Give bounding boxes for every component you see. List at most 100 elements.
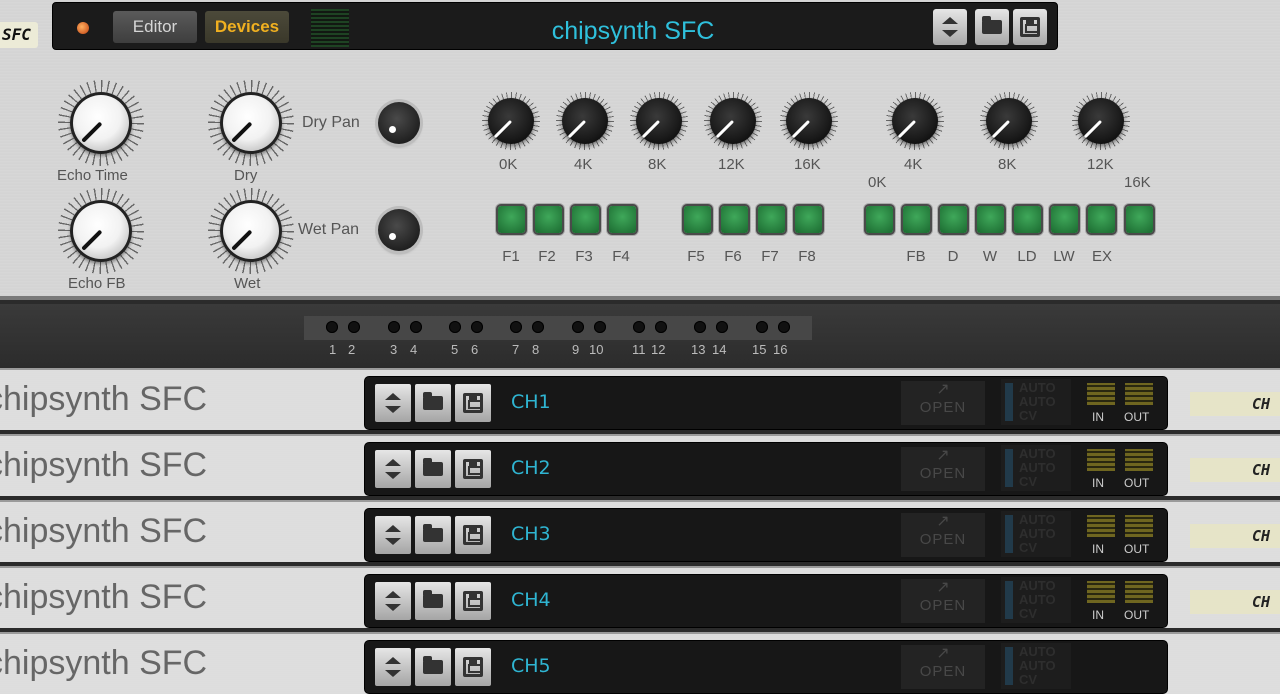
row-open-patch-button[interactable] — [415, 384, 451, 422]
row-browse-button[interactable] — [375, 582, 411, 620]
wet-knob[interactable] — [208, 188, 294, 274]
echo-time-knob[interactable] — [58, 80, 144, 166]
save-patch-button[interactable] — [1013, 9, 1047, 45]
save-icon — [463, 459, 483, 479]
row-browse-button[interactable] — [375, 384, 411, 422]
row-save-patch-button[interactable] — [455, 582, 491, 620]
channel-led — [655, 321, 667, 333]
row-in-meter — [1087, 383, 1115, 405]
toggle-w[interactable] — [977, 206, 1004, 233]
toggle-f6[interactable] — [721, 206, 748, 233]
toggle-f8[interactable] — [795, 206, 822, 233]
toggle-d[interactable] — [940, 206, 967, 233]
patch-browse-button[interactable] — [933, 9, 967, 45]
led-number: 13 — [691, 342, 706, 357]
row-open-patch-button[interactable] — [415, 450, 451, 488]
devices-button[interactable]: Devices — [205, 11, 289, 43]
toggle-lw[interactable] — [1051, 206, 1078, 233]
led-number: 12 — [651, 342, 666, 357]
row-channel-title: CH2 — [511, 457, 551, 479]
wet-label: Wet — [234, 275, 261, 292]
filter-knob-8k[interactable] — [980, 92, 1038, 150]
toggle-range-2[interactable] — [1126, 206, 1153, 233]
row-out-label: OUT — [1124, 410, 1150, 424]
channel-led — [449, 321, 461, 333]
row-in-meter — [1087, 515, 1115, 537]
toggle-f5[interactable] — [684, 206, 711, 233]
mini-level-meter — [311, 9, 349, 47]
dry-pan-knob[interactable] — [378, 102, 420, 144]
toggle-range-1[interactable] — [866, 206, 893, 233]
led-number: 9 — [572, 342, 580, 357]
row-save-patch-button[interactable] — [455, 450, 491, 488]
eq-knob-8k[interactable] — [630, 92, 688, 150]
row-control-bar: CH3 ↗ OPEN AUTO AUTO CV IN OUT — [364, 508, 1168, 562]
row-open-button[interactable]: ↗ OPEN — [901, 513, 985, 557]
channel-led — [410, 321, 422, 333]
row-in-label: IN — [1092, 410, 1104, 424]
toggle-ex[interactable] — [1088, 206, 1115, 233]
arrow-up-icon — [385, 393, 401, 400]
row-out-label: OUT — [1124, 476, 1150, 490]
dry-knob[interactable] — [208, 80, 294, 166]
row-channel-title: CH5 — [511, 655, 551, 677]
folder-icon — [423, 392, 443, 410]
eq-knob-0k[interactable] — [482, 92, 540, 150]
filter-knob-4k[interactable] — [886, 92, 944, 150]
eq-knob-4k[interactable] — [556, 92, 614, 150]
filter-knob-12k[interactable] — [1072, 92, 1130, 150]
row-mode-indicator: AUTO AUTO CV — [1001, 379, 1071, 425]
row-device-name: chipsynth SFC — [0, 578, 208, 616]
row-open-patch-button[interactable] — [415, 516, 451, 554]
row-save-patch-button[interactable] — [455, 384, 491, 422]
row-mode-indicator: AUTO AUTO CV — [1001, 643, 1071, 689]
led-number: 6 — [471, 342, 479, 357]
filter-label-4k: 4K — [904, 156, 923, 173]
toggle-f3[interactable] — [572, 206, 599, 233]
row-browse-button[interactable] — [375, 450, 411, 488]
toggle-f4[interactable] — [609, 206, 636, 233]
open-patch-button[interactable] — [975, 9, 1009, 45]
led-number: 5 — [451, 342, 459, 357]
row-in-meter — [1087, 581, 1115, 603]
echo-fb-label: Echo FB — [68, 275, 126, 292]
toggle-f2[interactable] — [535, 206, 562, 233]
toggle-fb[interactable] — [903, 206, 930, 233]
eq-label-16k: 16K — [794, 156, 821, 173]
wet-pan-knob[interactable] — [378, 209, 420, 251]
channel-led — [694, 321, 706, 333]
editor-button[interactable]: Editor — [113, 11, 197, 43]
row-open-button[interactable]: ↗ OPEN — [901, 447, 985, 491]
expand-arrow-icon: ↗ — [936, 645, 950, 662]
eq-knob-16k[interactable] — [780, 92, 838, 150]
label-f4: F4 — [612, 248, 630, 265]
row-browse-button[interactable] — [375, 648, 411, 686]
toggle-f7[interactable] — [758, 206, 785, 233]
label-f7: F7 — [761, 248, 779, 265]
channel-row: chipsynth SFC CH4 ↗ OPEN AUTO AUTO CV IN OU… — [0, 566, 1280, 628]
row-open-button[interactable]: ↗ OPEN — [901, 645, 985, 689]
eq-label-12k: 12K — [718, 156, 745, 173]
row-browse-button[interactable] — [375, 516, 411, 554]
row-device-name: chipsynth SFC — [0, 512, 208, 550]
channel-led-strip: 1 2 3 4 5 6 7 8 9 10 11 12 13 14 15 16 — [0, 304, 1280, 366]
channel-led — [756, 321, 768, 333]
eq-knob-12k[interactable] — [704, 92, 762, 150]
arrow-up-icon — [385, 657, 401, 664]
dry-pan-label: Dry Pan — [302, 114, 360, 131]
save-icon — [1020, 17, 1040, 37]
row-open-patch-button[interactable] — [415, 582, 451, 620]
row-tape-label: CH — [1190, 392, 1280, 416]
channel-led — [572, 321, 584, 333]
toggle-ld[interactable] — [1014, 206, 1041, 233]
power-led-icon[interactable] — [77, 22, 89, 34]
row-open-button[interactable]: ↗ OPEN — [901, 381, 985, 425]
echo-fb-knob[interactable] — [58, 188, 144, 274]
row-save-patch-button[interactable] — [455, 516, 491, 554]
channel-led — [594, 321, 606, 333]
row-open-button[interactable]: ↗ OPEN — [901, 579, 985, 623]
folder-icon — [423, 590, 443, 608]
toggle-f1[interactable] — [498, 206, 525, 233]
row-open-patch-button[interactable] — [415, 648, 451, 686]
row-save-patch-button[interactable] — [455, 648, 491, 686]
